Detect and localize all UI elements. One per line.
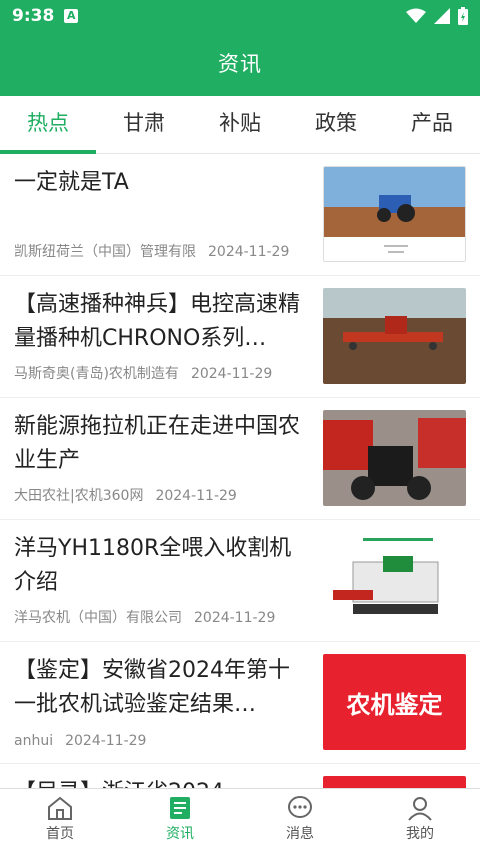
tab-gansu[interactable]: 甘肃 (96, 96, 192, 153)
article-thumbnail (323, 776, 466, 788)
user-icon (408, 797, 432, 821)
list-item[interactable]: 新能源拖拉机正在走进中国农业生产 大田农社|农机360网 2024-11-29 (0, 398, 480, 520)
tab-policy[interactable]: 政策 (288, 96, 384, 153)
signal-icon (434, 8, 450, 24)
list-item[interactable]: 【目录】浙江省2024 (0, 764, 480, 788)
article-meta: 马斯奇奥(青岛)农机制造有 2024-11-29 (14, 363, 272, 383)
status-bar: 9:38 A (0, 0, 480, 32)
list-item[interactable]: 一定就是TA 凯斯纽荷兰（中国）管理有限 2024-11-29 (0, 154, 480, 276)
app-root: 9:38 A 资讯 热点 甘肃 补贴 政策 产品 一定就是TA 凯斯纽荷兰（中国… (0, 0, 480, 853)
article-date: 2024-11-29 (190, 366, 273, 382)
nav-news[interactable]: 资讯 (120, 789, 240, 853)
top-bar: 9:38 A 资讯 (0, 0, 480, 96)
tab-hot[interactable]: 热点 (0, 96, 96, 154)
article-thumbnail (323, 532, 466, 628)
list-item[interactable]: 洋马YH1180R全喂入收割机介绍 洋马农机（中国）有限公司 2024-11-29 (0, 520, 480, 642)
status-time: 9:38 (12, 6, 55, 26)
list-item[interactable]: 【高速播种神兵】电控高速精量播种机CHRONO系列… 马斯奇奥(青岛)农机制造有… (0, 276, 480, 398)
article-source: 马斯奇奥(青岛)农机制造有 (14, 366, 179, 382)
article-meta: 洋马农机（中国）有限公司 2024-11-29 (14, 607, 275, 627)
article-thumbnail (323, 166, 466, 262)
article-thumbnail (323, 410, 466, 506)
nav-messages[interactable]: 消息 (240, 789, 360, 853)
nav-me-label: 我的 (406, 826, 434, 842)
article-thumbnail (323, 288, 466, 384)
article-title: 洋马YH1180R全喂入收割机介绍 (14, 536, 292, 595)
wifi-icon (406, 8, 426, 23)
news-icon (170, 797, 190, 819)
article-source: 洋马农机（中国）有限公司 (14, 610, 182, 626)
battery-icon (458, 7, 468, 25)
article-title: 【目录】浙江省2024 (14, 776, 309, 788)
article-thumbnail: 农机鉴定 (323, 654, 466, 750)
article-title: 【高速播种神兵】电控高速精量播种机CHRONO系列… (14, 292, 301, 351)
article-source: 凯斯纽荷兰（中国）管理有限 (14, 244, 196, 260)
home-icon (48, 796, 72, 820)
article-date: 2024-11-29 (155, 488, 237, 504)
article-title: 【鉴定】安徽省2024年第十一批农机试验鉴定结果… (14, 658, 290, 717)
nav-messages-label: 消息 (286, 826, 314, 842)
article-date: 2024-11-29 (194, 610, 276, 626)
article-meta: 凯斯纽荷兰（中国）管理有限 2024-11-29 (14, 241, 289, 261)
nav-me[interactable]: 我的 (360, 789, 480, 853)
page-title: 资讯 (218, 52, 262, 76)
article-date: 2024-11-29 (208, 244, 290, 260)
tab-products[interactable]: 产品 (384, 96, 480, 153)
article-title: 新能源拖拉机正在走进中国农业生产 (14, 414, 301, 473)
thumbnail-label: 农机鉴定 (346, 690, 443, 719)
article-meta: anhui 2024-11-29 (14, 733, 146, 749)
bottom-nav: 首页 资讯 消息 我的 (0, 788, 480, 853)
article-list: 一定就是TA 凯斯纽荷兰（中国）管理有限 2024-11-29 【高速播种神兵】电… (0, 154, 480, 788)
nav-home-label: 首页 (46, 826, 74, 842)
tab-subsidy[interactable]: 补贴 (192, 96, 288, 153)
nav-home[interactable]: 首页 (0, 789, 120, 853)
message-icon (288, 796, 312, 818)
status-icons (406, 7, 468, 25)
category-tabs: 热点 甘肃 补贴 政策 产品 (0, 96, 480, 154)
nav-news-label: 资讯 (166, 826, 194, 842)
article-meta: 大田农社|农机360网 2024-11-29 (14, 485, 237, 505)
article-source: anhui (14, 733, 54, 749)
list-item[interactable]: 【鉴定】安徽省2024年第十一批农机试验鉴定结果… anhui 2024-11-2… (0, 642, 480, 764)
article-date: 2024-11-29 (65, 733, 147, 749)
notification-badge-icon: A (64, 9, 79, 23)
article-title: 一定就是TA (14, 170, 129, 195)
article-source: 大田农社|农机360网 (14, 488, 144, 504)
